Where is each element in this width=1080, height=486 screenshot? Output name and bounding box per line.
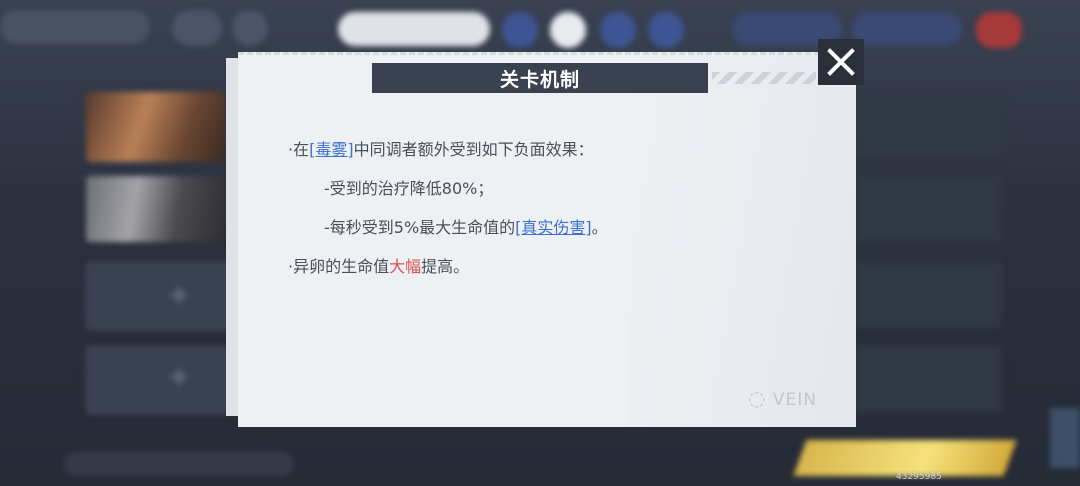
info-icon-bg xyxy=(502,12,538,48)
vein-logo: ◌ VEIN xyxy=(748,386,817,410)
mechanic-line-3: -每秒受到5%最大生命值的[真实伤害]。 xyxy=(324,218,608,237)
empty-slot-1-bg xyxy=(86,262,238,330)
character-card-1-bg xyxy=(86,92,226,162)
close-icon xyxy=(827,48,855,76)
empty-slot-2-bg xyxy=(86,346,238,414)
right-card-3-bg xyxy=(856,262,1002,328)
true-damage-link[interactable]: [真实伤害] xyxy=(515,218,592,237)
mechanic-line-4: ·异卵的生命值大幅提高。 xyxy=(288,257,470,276)
user-id-text: 43295985 xyxy=(896,472,942,482)
highlight-text: 大幅 xyxy=(389,257,422,276)
exit-icon-bg xyxy=(976,12,1022,48)
title-decoration xyxy=(712,72,816,84)
auto-button-bg xyxy=(852,12,962,46)
dialog-title: 关卡机制 xyxy=(372,63,708,93)
right-card-2-bg xyxy=(856,176,1002,242)
start-battle-button-bg xyxy=(793,440,1017,476)
team-select-bg xyxy=(338,12,490,46)
side-tab-bg xyxy=(1050,408,1080,468)
stage-mechanics-dialog xyxy=(238,52,856,427)
help-icon-bg xyxy=(232,10,268,46)
mechanic-line-1: ·在[毒雾]中同调者额外受到如下负面效果： xyxy=(288,140,594,159)
mechanic-line-2: -受到的治疗降低80%； xyxy=(324,179,494,198)
refresh-icon-bg xyxy=(172,10,222,46)
list-icon-bg xyxy=(550,12,586,48)
character-card-2-bg xyxy=(86,176,226,242)
right-card-1-bg xyxy=(856,92,1002,158)
bottom-status-bg xyxy=(64,452,294,476)
back-button-bg xyxy=(0,10,150,44)
grid-icon-bg xyxy=(600,12,636,48)
book-icon-bg xyxy=(648,12,684,48)
right-card-4-bg xyxy=(856,346,1002,412)
close-button[interactable] xyxy=(818,39,864,85)
poison-fog-link[interactable]: [毒雾] xyxy=(309,140,354,159)
